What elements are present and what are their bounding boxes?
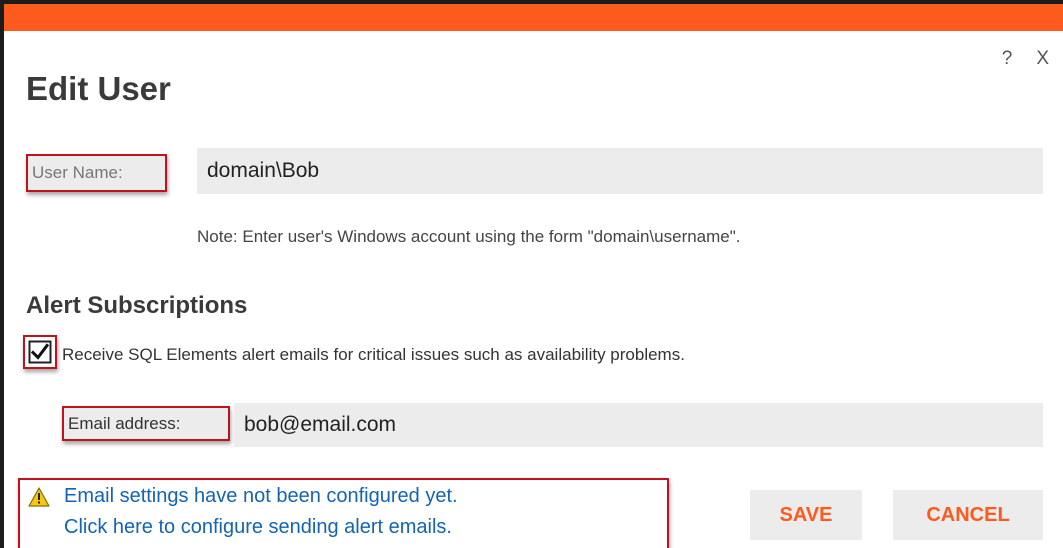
help-button[interactable]: ? [1002,48,1013,70]
alert-subscriptions-heading: Alert Subscriptions [26,292,248,319]
email-settings-warning-text[interactable]: Email settings have not been configured … [64,485,458,508]
user-name-input[interactable]: domain\Bob [197,148,1043,194]
user-name-note: Note: Enter user's Windows account using… [197,227,741,246]
receive-alerts-label: Receive SQL Elements alert emails for cr… [62,345,685,364]
save-button[interactable]: SAVE [750,490,862,540]
dialog-title: Edit User [26,70,171,107]
cancel-button[interactable]: CANCEL [893,490,1043,540]
email-settings-warning: Email settings have not been configured … [18,478,669,548]
dialog-window-actions: ? X [1002,48,1049,70]
warning-icon [28,487,50,507]
email-address-input[interactable]: bob@email.com [234,403,1043,447]
close-button[interactable]: X [1036,48,1049,70]
user-name-label: User Name: [26,154,167,192]
configure-alert-emails-link[interactable]: Click here to configure sending alert em… [64,516,452,539]
receive-alerts-checkbox[interactable] [23,335,57,369]
email-address-label: Email address: [62,406,230,441]
checkmark-icon [28,340,52,364]
dialog-left-border [0,0,4,548]
edit-user-dialog: ? X Edit User User Name: domain\Bob Note… [0,0,1063,548]
dialog-top-bar [0,0,1063,31]
